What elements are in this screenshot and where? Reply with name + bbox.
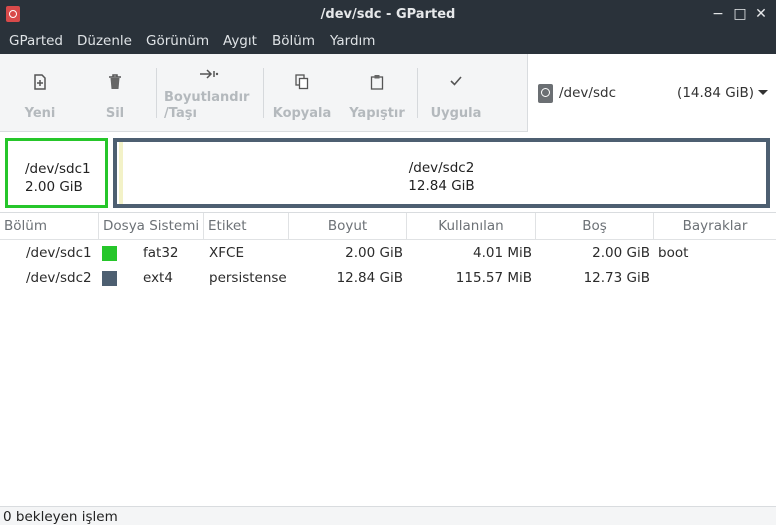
menu-edit[interactable]: Düzenle bbox=[77, 33, 132, 49]
checkmark-icon bbox=[422, 74, 490, 92]
copy-icon bbox=[268, 74, 336, 92]
copy-button[interactable]: Kopyala bbox=[268, 54, 336, 132]
trash-icon bbox=[88, 74, 142, 92]
resize-move-label: Boyutlandır /Taşı bbox=[160, 90, 258, 122]
chevron-down-icon bbox=[758, 90, 768, 95]
menu-bar: GParted Düzenle Görünüm Aygıt Bölüm Yard… bbox=[0, 29, 776, 54]
cell-used: 115.57 MiB bbox=[455, 270, 532, 286]
new-partition-icon bbox=[10, 74, 70, 92]
table-row[interactable]: /dev/sdc2 ext4 persistense 12.84 GiB 115… bbox=[0, 266, 776, 291]
table-row[interactable]: /dev/sdc1 fat32 XFCE 2.00 GiB 4.01 MiB 2… bbox=[0, 241, 776, 266]
delete-button[interactable]: Sil bbox=[88, 54, 142, 132]
apply-label: Uygula bbox=[430, 106, 482, 121]
partition-map: /dev/sdc1 2.00 GiB /dev/sdc2 12.84 GiB bbox=[0, 133, 776, 211]
delete-label: Sil bbox=[105, 106, 125, 121]
maximize-icon[interactable]: □ bbox=[731, 5, 749, 23]
resize-arrow-icon bbox=[160, 67, 258, 85]
menu-partition[interactable]: Bölüm bbox=[272, 33, 315, 49]
cell-partition: /dev/sdc1 bbox=[26, 245, 92, 261]
apply-button[interactable]: Uygula bbox=[422, 54, 490, 132]
status-bar: 0 bekleyen işlem bbox=[0, 506, 776, 525]
pending-operations-status: 0 bekleyen işlem bbox=[3, 509, 118, 525]
cell-size: 12.84 GiB bbox=[336, 270, 403, 286]
window-title: /dev/sdc - GParted bbox=[320, 7, 456, 22]
toolbar-separator bbox=[263, 68, 264, 118]
new-label: Yeni bbox=[24, 106, 56, 121]
partition-map-size: 12.84 GiB bbox=[408, 178, 475, 194]
cell-used: 4.01 MiB bbox=[472, 245, 532, 261]
resize-label-line2: /Taşı bbox=[164, 106, 197, 121]
toolbar-separator bbox=[417, 68, 418, 118]
device-size: (14.84 GiB) bbox=[677, 85, 754, 101]
minimize-icon[interactable]: − bbox=[709, 5, 727, 23]
menu-gparted[interactable]: GParted bbox=[9, 33, 63, 49]
toolbar-separator bbox=[156, 68, 157, 118]
column-header-free[interactable]: Boş bbox=[536, 213, 654, 240]
cell-partition: /dev/sdc2 bbox=[26, 270, 92, 286]
paste-label: Yapıştır bbox=[349, 106, 405, 121]
cell-label: XFCE bbox=[209, 245, 244, 261]
filesystem-color-swatch bbox=[102, 246, 117, 261]
column-header-flags[interactable]: Bayraklar bbox=[654, 213, 776, 240]
resize-move-button[interactable]: Boyutlandır /Taşı bbox=[160, 54, 258, 132]
menu-view[interactable]: Görünüm bbox=[146, 33, 209, 49]
table-header: Bölüm Dosya Sistemi Etiket Boyut Kullanı… bbox=[0, 213, 776, 240]
new-button[interactable]: Yeni bbox=[10, 54, 70, 132]
cell-filesystem: ext4 bbox=[143, 270, 173, 286]
paste-button[interactable]: Yapıştır bbox=[342, 54, 412, 132]
paste-icon bbox=[342, 74, 412, 92]
filesystem-color-swatch bbox=[102, 271, 117, 286]
partition-map-name: /dev/sdc1 bbox=[25, 161, 91, 177]
device-selector[interactable]: /dev/sdc (14.84 GiB) bbox=[527, 54, 776, 132]
column-header-size[interactable]: Boyut bbox=[289, 213, 407, 240]
cell-filesystem: fat32 bbox=[143, 245, 179, 261]
column-header-filesystem[interactable]: Dosya Sistemi bbox=[99, 213, 204, 240]
device-name: /dev/sdc bbox=[559, 85, 616, 101]
cell-free: 2.00 GiB bbox=[592, 245, 650, 261]
resize-label-line1: Boyutlandır bbox=[164, 90, 250, 105]
menu-help[interactable]: Yardım bbox=[330, 33, 375, 49]
cell-free: 12.73 GiB bbox=[583, 270, 650, 286]
partition-map-sdc1[interactable]: /dev/sdc1 2.00 GiB bbox=[5, 138, 108, 208]
cell-flags: boot bbox=[658, 245, 689, 261]
partition-map-size: 2.00 GiB bbox=[25, 179, 83, 195]
disk-icon bbox=[538, 84, 553, 103]
close-icon[interactable]: ✕ bbox=[752, 5, 770, 23]
cell-size: 2.00 GiB bbox=[345, 245, 403, 261]
partition-map-sdc2[interactable]: /dev/sdc2 12.84 GiB bbox=[113, 138, 770, 208]
partition-table: Bölüm Dosya Sistemi Etiket Boyut Kullanı… bbox=[0, 212, 776, 506]
column-header-partition[interactable]: Bölüm bbox=[0, 213, 99, 240]
partition-map-name: /dev/sdc2 bbox=[408, 160, 475, 176]
column-header-label[interactable]: Etiket bbox=[204, 213, 289, 240]
menu-device[interactable]: Aygıt bbox=[223, 33, 257, 49]
title-bar: /dev/sdc - GParted − □ ✕ bbox=[0, 0, 776, 29]
cell-label: persistense bbox=[209, 270, 287, 286]
column-header-used[interactable]: Kullanılan bbox=[407, 213, 536, 240]
copy-label: Kopyala bbox=[272, 106, 332, 121]
